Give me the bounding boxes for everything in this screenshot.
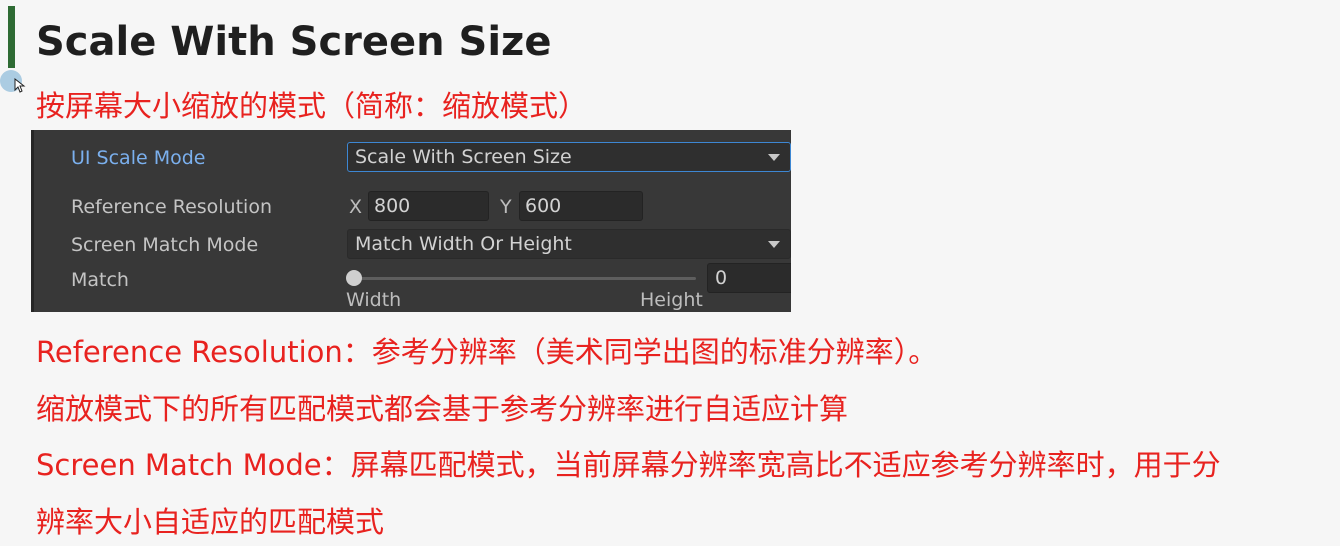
title-accent-bar	[8, 6, 15, 68]
resolution-y-field[interactable]: 600	[519, 191, 643, 221]
page-title: Scale With Screen Size	[36, 19, 552, 65]
slide: Scale With Screen Size 按屏幕大小缩放的模式（简称：缩放模…	[0, 0, 1340, 546]
ui-scale-mode-label: UI Scale Mode	[71, 147, 206, 169]
description-line: Reference Resolution：参考分辨率（美术同学出图的标准分辨率）…	[36, 335, 938, 369]
slider-height-label: Height	[640, 289, 703, 311]
triangle-down-icon	[768, 241, 780, 248]
screen-match-mode-value: Match Width Or Height	[355, 233, 572, 255]
resolution-y-label[interactable]: Y	[500, 194, 512, 220]
move-cursor-icon	[14, 78, 26, 93]
subtitle: 按屏幕大小缩放的模式（简称：缩放模式）	[36, 89, 588, 123]
ui-scale-mode-value: Scale With Screen Size	[355, 146, 572, 168]
screen-match-mode-label: Screen Match Mode	[71, 234, 259, 256]
match-label: Match	[71, 269, 129, 291]
reference-resolution-label: Reference Resolution	[71, 196, 272, 218]
match-slider-track[interactable]	[354, 277, 696, 280]
screen-match-mode-dropdown[interactable]: Match Width Or Height	[347, 229, 791, 259]
match-slider-thumb[interactable]	[346, 270, 362, 286]
triangle-down-icon	[768, 154, 780, 161]
match-value-field[interactable]: 0	[707, 263, 791, 293]
description-line: 辨率大小自适应的匹配模式	[36, 505, 385, 539]
ui-scale-mode-dropdown[interactable]: Scale With Screen Size	[347, 142, 791, 172]
canvas-scaler-inspector: UI Scale Mode Scale With Screen Size Ref…	[31, 130, 791, 312]
description-line: 缩放模式下的所有匹配模式都会基于参考分辨率进行自适应计算	[36, 392, 849, 426]
resolution-x-field[interactable]: 800	[368, 191, 489, 221]
description-line: Screen Match Mode：屏幕匹配模式，当前屏幕分辨率宽高比不适应参考…	[36, 448, 1221, 482]
slider-width-label: Width	[346, 289, 402, 311]
resolution-x-label[interactable]: X	[349, 194, 362, 220]
